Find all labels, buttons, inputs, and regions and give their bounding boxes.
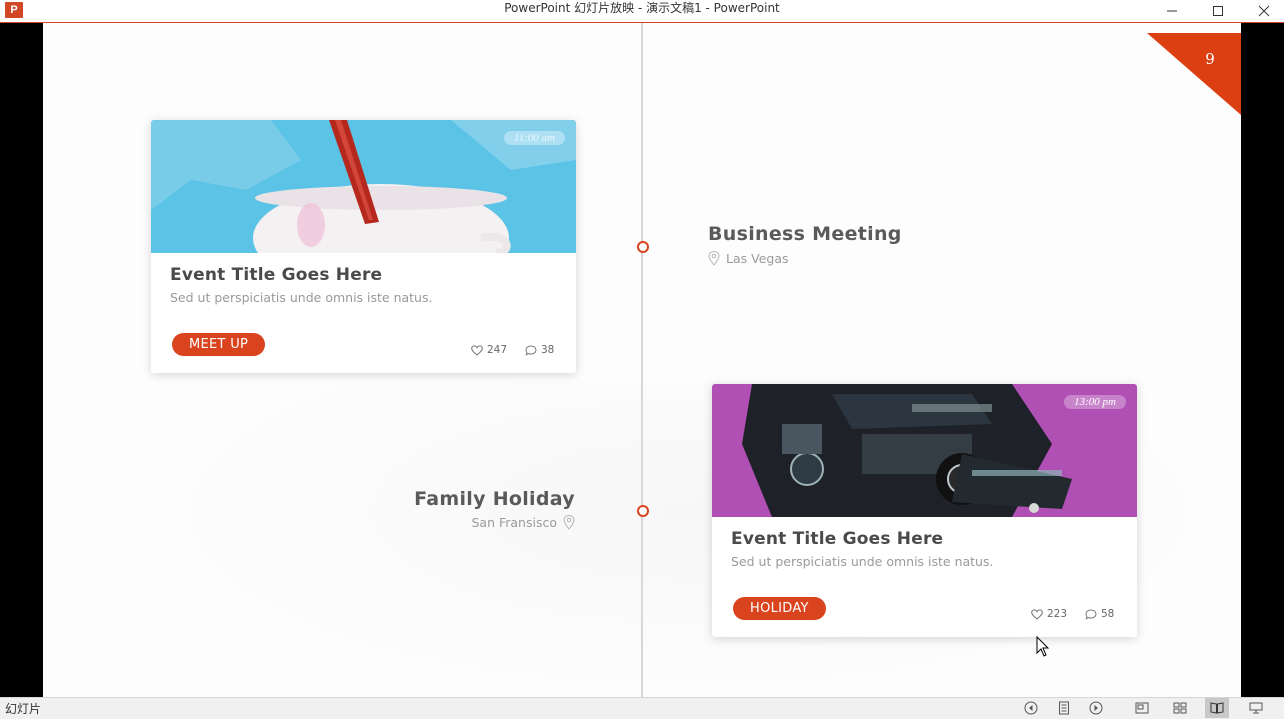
- reading-view-icon: [1210, 702, 1224, 714]
- event-card: 11:00 am Event Title Goes Here Sed ut pe…: [151, 120, 576, 373]
- slide-number-corner: [1147, 33, 1241, 115]
- likes-stat[interactable]: 247: [471, 344, 507, 356]
- slide-menu-button[interactable]: [1056, 700, 1072, 716]
- event-location-text: Las Vegas: [726, 251, 789, 266]
- coffee-cup-image: 11:00 am: [151, 120, 576, 253]
- card-subtitle: Sed ut perspiciatis unde omnis iste natu…: [170, 290, 433, 305]
- time-badge: 11:00 am: [503, 131, 565, 145]
- timeline-dot: [637, 505, 649, 517]
- reading-view-button[interactable]: [1205, 698, 1229, 718]
- next-slide-button[interactable]: [1088, 700, 1104, 716]
- previous-icon: [1024, 701, 1038, 715]
- timeline-dot: [637, 241, 649, 253]
- menu-icon: [1059, 701, 1069, 715]
- close-button[interactable]: [1241, 0, 1284, 22]
- status-bar: 幻灯片: [0, 697, 1284, 719]
- slideshow-button[interactable]: [1248, 700, 1264, 716]
- heart-icon: [1031, 608, 1043, 620]
- card-title: Event Title Goes Here: [170, 265, 383, 285]
- maximize-button[interactable]: [1195, 0, 1241, 22]
- event-title: Family Holiday: [414, 488, 575, 510]
- maximize-icon: [1213, 6, 1223, 16]
- likes-count: 223: [1047, 608, 1068, 620]
- timeline-line: [641, 23, 643, 697]
- card-title: Event Title Goes Here: [731, 529, 944, 549]
- comments-stat[interactable]: 38: [525, 344, 554, 356]
- card-subtitle: Sed ut perspiciatis unde omnis iste natu…: [731, 554, 994, 569]
- slideshow-icon: [1249, 702, 1263, 714]
- normal-view-icon: [1135, 702, 1149, 714]
- minimize-icon: [1167, 10, 1177, 12]
- comments-stat[interactable]: 58: [1085, 608, 1114, 620]
- likes-stat[interactable]: 223: [1031, 608, 1067, 620]
- next-icon: [1089, 701, 1103, 715]
- location-pin-icon: [708, 251, 720, 266]
- normal-view-button[interactable]: [1134, 700, 1150, 716]
- event-location: Las Vegas: [708, 251, 789, 266]
- title-bar: P PowerPoint 幻灯片放映 - 演示文稿1 - PowerPoint: [0, 0, 1284, 23]
- comment-icon: [525, 344, 537, 356]
- previous-slide-button[interactable]: [1023, 700, 1039, 716]
- meet-up-button[interactable]: MEET UP: [172, 333, 266, 356]
- slide-canvas[interactable]: 9 11:00 am Event Title Goes Here Sed ut …: [43, 23, 1241, 697]
- comments-count: 38: [541, 344, 555, 356]
- slide-sorter-button[interactable]: [1172, 700, 1188, 716]
- comment-icon: [1085, 608, 1097, 620]
- event-card: 13:00 pm Event Title Goes Here Sed ut pe…: [712, 384, 1137, 637]
- close-icon: [1258, 5, 1270, 17]
- location-pin-icon: [563, 515, 575, 530]
- heart-icon: [471, 344, 483, 356]
- event-title: Business Meeting: [708, 223, 902, 245]
- likes-count: 247: [487, 344, 508, 356]
- holiday-button[interactable]: HOLIDAY: [733, 597, 826, 620]
- window-title: PowerPoint 幻灯片放映 - 演示文稿1 - PowerPoint: [504, 1, 780, 15]
- event-location: San Fransisco: [471, 515, 575, 530]
- camera-image: 13:00 pm: [712, 384, 1137, 517]
- time-badge: 13:00 pm: [1064, 395, 1126, 409]
- mouse-cursor-icon: [1036, 636, 1050, 657]
- minimize-button[interactable]: [1149, 0, 1195, 22]
- slide-number: 9: [1205, 50, 1215, 68]
- slide-sorter-icon: [1173, 702, 1187, 714]
- event-location-text: San Fransisco: [471, 515, 557, 530]
- status-slide-label: 幻灯片: [5, 702, 42, 716]
- comments-count: 58: [1101, 608, 1115, 620]
